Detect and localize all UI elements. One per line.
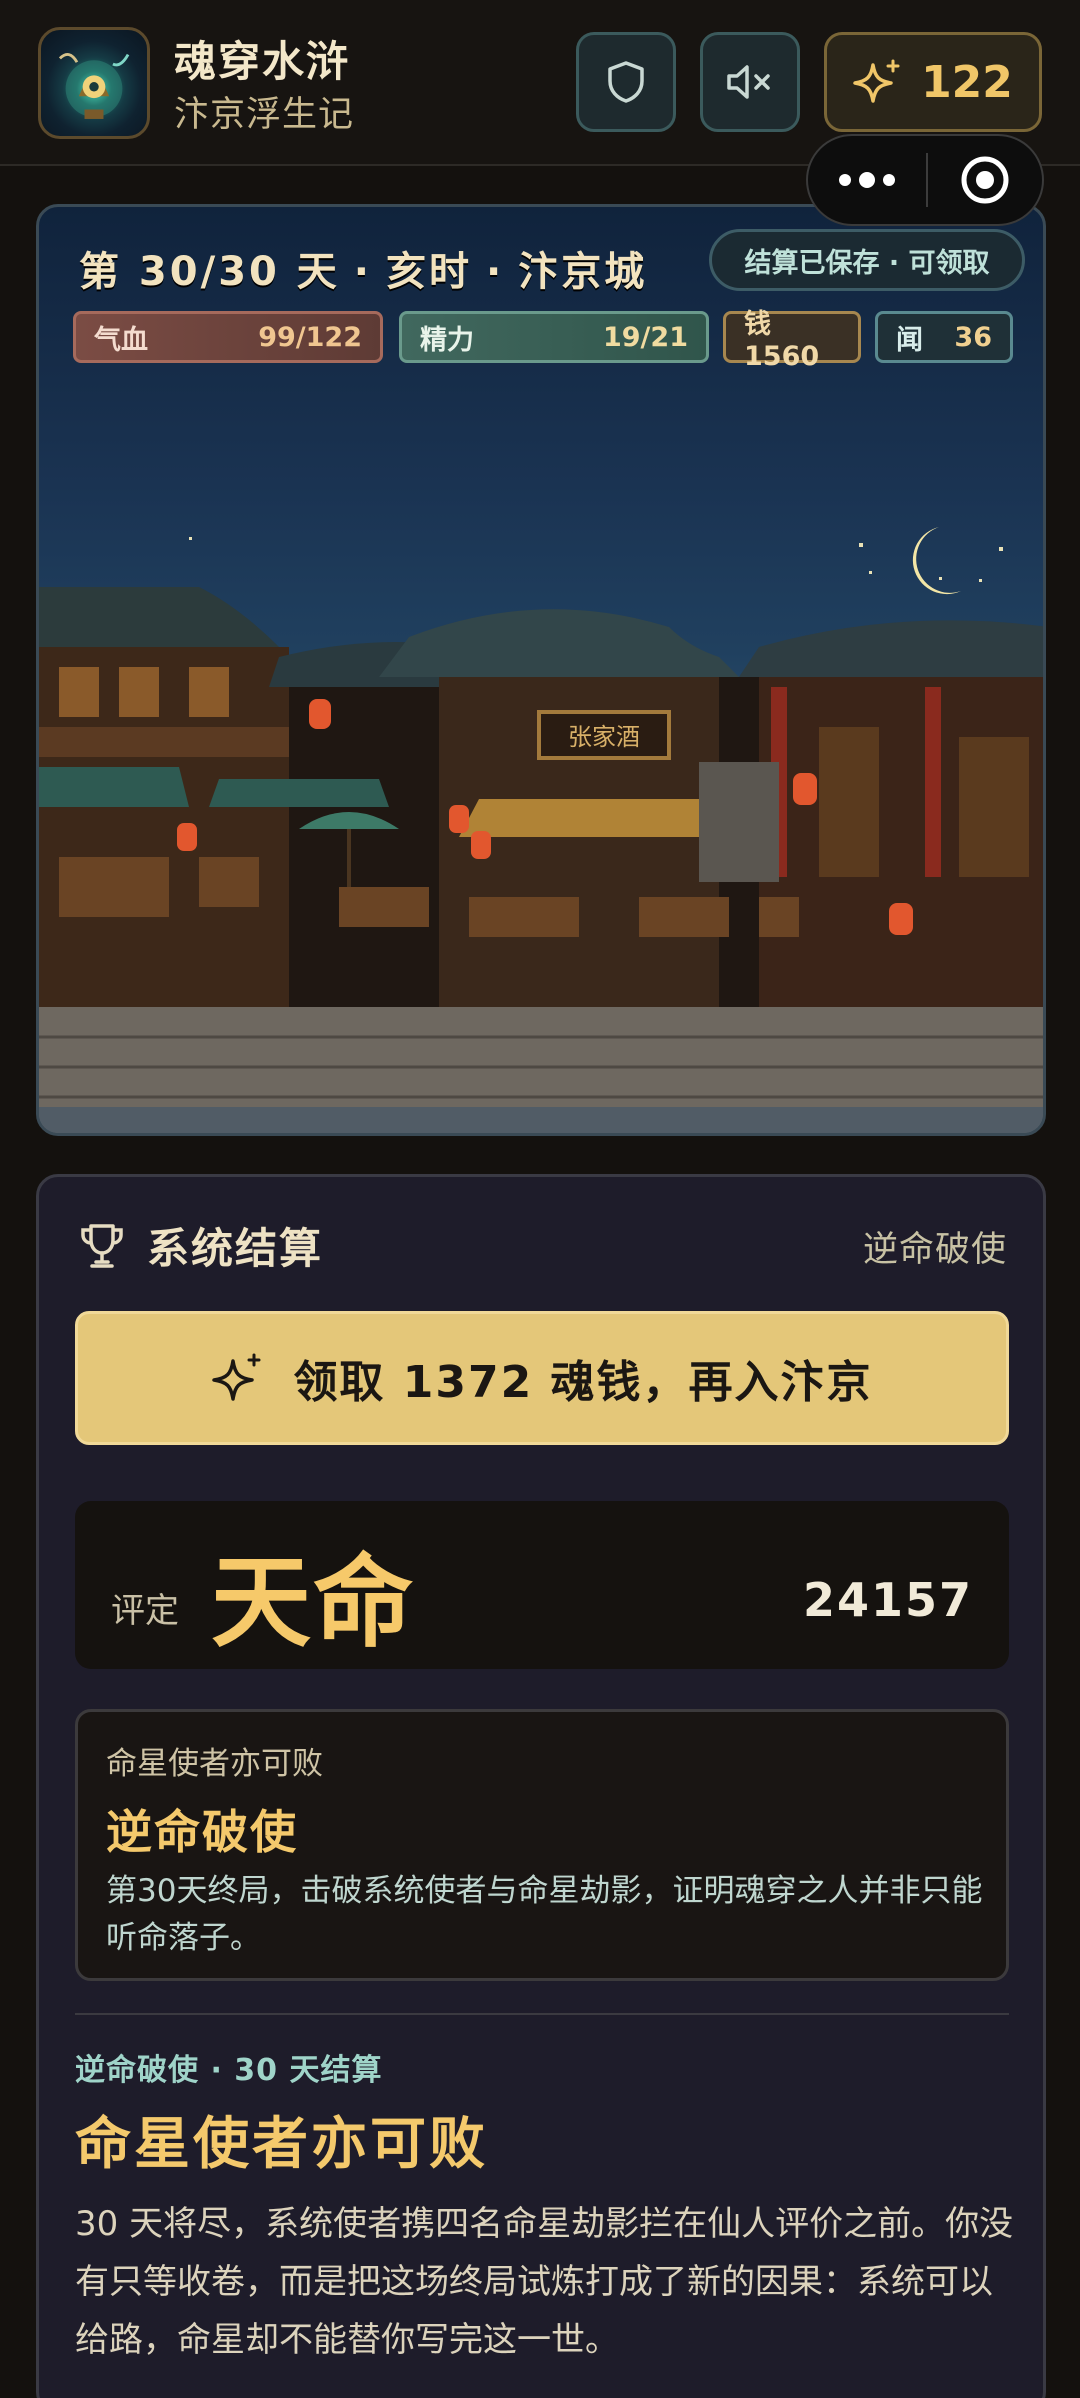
shop-sign: 张家酒 — [568, 723, 640, 751]
story-body: 30 天将尽，系统使者携四名命星劫影拦在仙人评价之前。你没有只等收卷，而是把这场… — [75, 2204, 1014, 2360]
location: 汴京城 — [518, 249, 648, 295]
trophy-icon — [81, 1223, 123, 1268]
hp-value: 99/122 — [258, 321, 362, 353]
mute-button[interactable] — [700, 32, 800, 132]
story-title: 命星使者亦可败 — [75, 2112, 488, 2177]
settlement-title: 系统结算 — [147, 1224, 324, 1273]
story-kicker: 逆命破使 · 30 天结算 — [75, 2053, 383, 2088]
shield-icon — [608, 61, 644, 103]
app-logo — [38, 27, 150, 139]
saved-badge: 结算已保存 · 可领取 — [709, 229, 1025, 291]
more-dots-icon[interactable] — [808, 136, 926, 224]
money-stat: 钱1560 — [723, 309, 861, 372]
sparkle-icon — [212, 1353, 261, 1401]
achievement-subtitle: 命星使者亦可败 — [106, 1746, 323, 1782]
target-close-icon[interactable] — [928, 154, 1042, 206]
claim-button-label: 领取 1372 魂钱，再入汴京 — [293, 1357, 873, 1408]
claim-reward-button[interactable]: 领取 1372 魂钱，再入汴京 — [75, 1311, 1009, 1445]
achievement-description: 第30天终局，击破系统使者与命星劫影，证明魂穿之人并非只能听命落子。 — [106, 1873, 983, 1956]
rating-panel: 评定 天命 24157 — [75, 1501, 1009, 1669]
energy-value: 19/21 — [602, 321, 688, 353]
score-value: 24157 — [802, 1573, 973, 1627]
settlement-header: 系统结算 — [77, 1215, 323, 1276]
reputation-stat: 闻 36 — [875, 311, 1013, 363]
reputation-value: 36 — [954, 321, 992, 353]
energy-label: 精力 — [420, 324, 474, 356]
miniprogram-capsule — [806, 134, 1044, 226]
points-value: 122 — [921, 56, 1013, 108]
settlement-card: 系统结算 逆命破使 领取 1372 魂钱，再入汴京 评定 天命 24157 命星… — [36, 1174, 1046, 2398]
app-title: 魂穿水浒 — [174, 37, 351, 86]
shield-button[interactable] — [576, 32, 676, 132]
day-counter: 第 30/30 天 — [79, 249, 340, 295]
energy-bar: 精力 19/21 — [399, 311, 709, 363]
speaker-mute-icon — [727, 65, 770, 99]
reputation-label: 闻 — [896, 324, 923, 356]
time-of-day: 亥时 — [386, 249, 472, 295]
day-status: 第 30/30 天 · 亥时 · 汴京城 — [79, 239, 647, 297]
scene-panel: 张家酒 第 30/30 天 · 亥时 · 汴京城 结算已保存 · 可领取 气血 … — [36, 204, 1046, 1136]
status-separator: · — [353, 249, 372, 295]
section-divider — [75, 2013, 1009, 2015]
sparkle-icon — [853, 59, 900, 103]
hp-bar: 气血 99/122 — [73, 311, 383, 363]
hp-label: 气血 — [94, 324, 148, 356]
app-subtitle: 汴京浮生记 — [174, 95, 355, 135]
rating-value: 天命 — [211, 1544, 415, 1661]
achievement-card: 命星使者亦可败 逆命破使 第30天终局，击破系统使者与命星劫影，证明魂穿之人并非… — [75, 1709, 1009, 1981]
ending-tag: 逆命破使 — [862, 1230, 1007, 1270]
achievement-title: 逆命破使 — [106, 1805, 298, 1859]
points-button[interactable]: 122 — [824, 32, 1042, 132]
money-value: 钱1560 — [744, 309, 820, 372]
rating-label: 评定 — [111, 1591, 179, 1631]
status-separator: · — [486, 249, 505, 295]
